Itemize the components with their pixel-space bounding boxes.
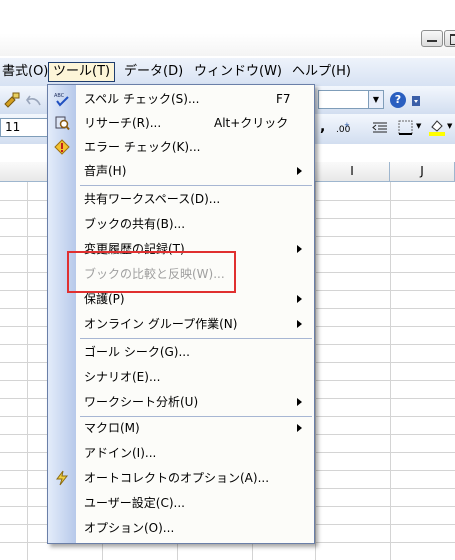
menu-tools[interactable]: ツール(T) xyxy=(48,62,116,82)
submenu-arrow-icon xyxy=(297,295,302,303)
menu-item-share-workbook[interactable]: ブックの共有(B)... xyxy=(48,212,314,236)
menu-item-goal-seek[interactable]: ゴール シーク(G)... xyxy=(48,340,314,364)
submenu-arrow-icon xyxy=(297,320,302,328)
decrease-indent-icon[interactable] xyxy=(372,121,388,135)
menu-item-options[interactable]: オプション(O)... xyxy=(48,516,314,540)
submenu-arrow-icon xyxy=(297,245,302,253)
borders-icon[interactable] xyxy=(398,120,414,136)
menu-separator xyxy=(80,185,312,186)
svg-text:ABC: ABC xyxy=(54,93,65,99)
menu-item-research[interactable]: リサーチ(R)... Alt+クリック xyxy=(48,111,314,135)
submenu-arrow-icon xyxy=(297,167,302,175)
window-titlebar xyxy=(0,0,455,56)
menu-data[interactable]: データ(D) xyxy=(120,62,187,82)
format-painter-icon[interactable] xyxy=(3,92,21,108)
fill-color-icon[interactable] xyxy=(428,118,446,136)
menu-item-scenarios[interactable]: シナリオ(E)... xyxy=(48,365,314,389)
submenu-arrow-icon xyxy=(297,398,302,406)
zoom-combo[interactable]: ▼ xyxy=(318,90,384,109)
menu-separator xyxy=(80,338,312,339)
menu-item-online-collaboration[interactable]: オンライン グループ作業(N) xyxy=(48,312,314,336)
chevron-down-icon[interactable]: ▼ xyxy=(368,91,383,108)
minimize-button[interactable] xyxy=(421,30,443,47)
highlight-box xyxy=(67,251,236,293)
menu-item-customize[interactable]: ユーザー設定(C)... xyxy=(48,491,314,515)
undo-icon[interactable] xyxy=(26,93,42,107)
svg-text:+: + xyxy=(344,121,350,129)
menubar: 書式(O) ツール(T) データ(D) ウィンドウ(W) ヘルプ(H) xyxy=(0,58,455,87)
menu-item-spell-check[interactable]: ABC スペル チェック(S)... F7 xyxy=(48,87,314,111)
menu-window[interactable]: ウィンドウ(W) xyxy=(190,62,286,82)
chevron-down-icon[interactable]: ▼ xyxy=(447,122,452,130)
restore-button[interactable] xyxy=(444,30,455,47)
column-header-j[interactable]: J xyxy=(390,162,455,182)
comma-style-icon[interactable]: , xyxy=(320,119,325,135)
lightning-icon xyxy=(56,470,69,486)
menu-item-macro[interactable]: マクロ(M) xyxy=(48,416,314,440)
submenu-arrow-icon xyxy=(297,424,302,432)
column-header-i[interactable]: I xyxy=(315,162,390,182)
menu-item-error-check[interactable]: エラー チェック(K)... xyxy=(48,135,314,159)
menu-format[interactable]: 書式(O) xyxy=(0,62,52,82)
spell-check-icon: ABC xyxy=(54,93,69,107)
error-check-icon xyxy=(54,139,70,155)
toolbar-options-icon[interactable] xyxy=(412,96,420,106)
menu-help[interactable]: ヘルプ(H) xyxy=(288,62,355,82)
help-icon[interactable]: ? xyxy=(390,92,406,108)
chevron-down-icon[interactable]: ▼ xyxy=(416,122,421,130)
menu-item-autocorrect-options[interactable]: オートコレクトのオプション(A)... xyxy=(48,466,314,490)
menu-item-shared-workspace[interactable]: 共有ワークスペース(D)... xyxy=(48,187,314,211)
increase-decimal-icon[interactable]: .00 + xyxy=(336,121,356,135)
tools-menu: ABC スペル チェック(S)... F7 リサーチ(R)... Alt+クリッ… xyxy=(47,84,315,544)
menu-item-add-ins[interactable]: アドイン(I)... xyxy=(48,441,314,465)
menu-item-formula-auditing[interactable]: ワークシート分析(U) xyxy=(48,390,314,414)
menu-item-speech[interactable]: 音声(H) xyxy=(48,159,314,183)
research-icon xyxy=(55,116,70,131)
